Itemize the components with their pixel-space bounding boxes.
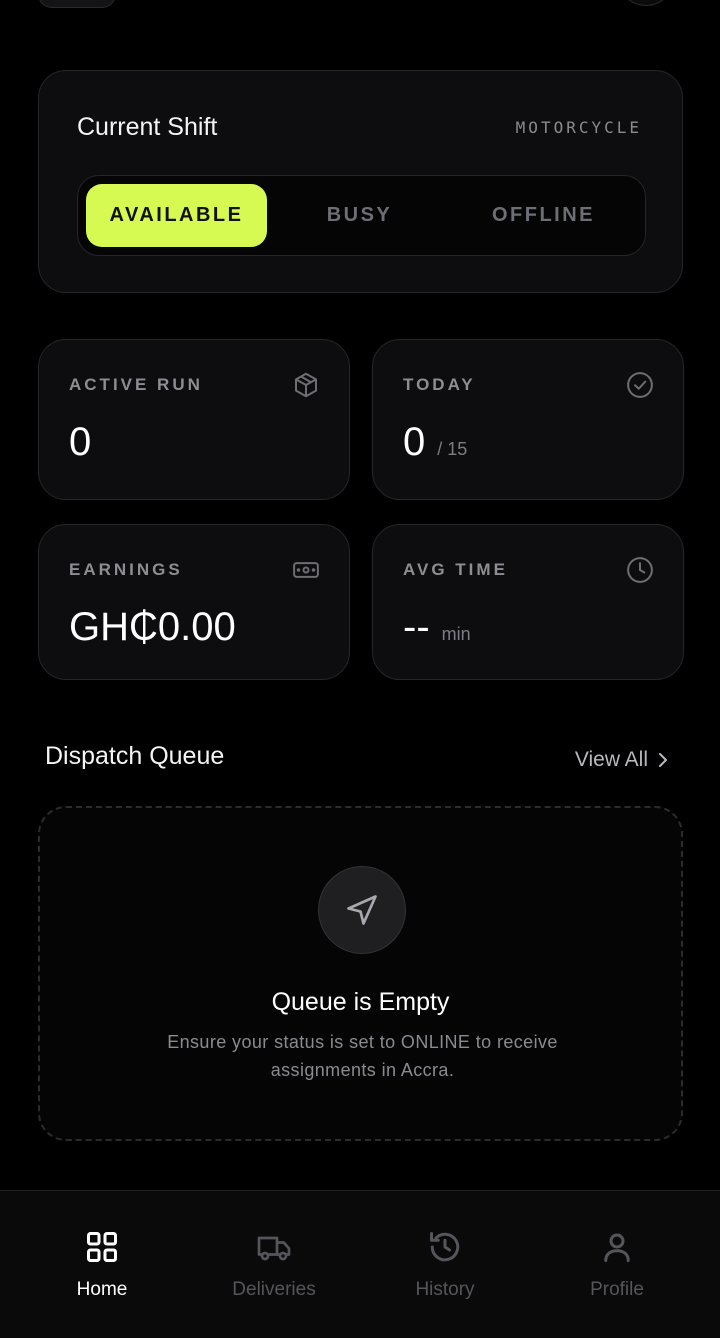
queue-empty-title: Queue is Empty (271, 988, 450, 1016)
nav-label: History (415, 1279, 475, 1300)
nav-label: Deliveries (232, 1279, 316, 1300)
truck-icon (257, 1236, 291, 1261)
queue-empty-message: Ensure your status is set to ONLINE to r… (167, 1032, 558, 1080)
stat-card-active-run: ACTIVE RUN 0 (38, 339, 350, 500)
nav-label: Profile (590, 1279, 644, 1300)
check-circle-icon (627, 372, 653, 398)
stat-value: 0/ 15 (403, 420, 468, 464)
nav-item-profile[interactable]: Profile (547, 1229, 687, 1301)
status-busy-button[interactable]: BUSY (269, 184, 450, 247)
stat-value: GH₵0.00 (69, 605, 236, 649)
stat-card-avg-time: AVG TIME -- min (372, 524, 684, 680)
shift-card: Current Shift MOTORCYCLE AVAILABLE BUSY … (38, 70, 683, 293)
queue-empty-state: Queue is Empty Ensure your status is set… (38, 806, 683, 1141)
stat-card-earnings: EARNINGS GH₵0.00 (38, 524, 350, 680)
clock-icon (627, 557, 653, 583)
stat-label: TODAY (403, 375, 476, 394)
vehicle-type: MOTORCYCLE (515, 118, 642, 137)
stat-value: -- min (403, 605, 471, 649)
view-all-label: View All (574, 748, 648, 771)
stat-suffix: min (441, 624, 471, 644)
history-icon (430, 1232, 460, 1262)
nav-item-history[interactable]: History (375, 1229, 515, 1301)
stat-card-today: TODAY 0/ 15 (372, 339, 684, 500)
status-segmented-control: AVAILABLE BUSY OFFLINE (77, 175, 646, 256)
bottom-nav: Home Deliveries History Profile (0, 1190, 720, 1338)
navigation-icon (318, 866, 406, 954)
nav-item-deliveries[interactable]: Deliveries (204, 1229, 344, 1301)
stat-value: 0 (69, 420, 92, 464)
stat-label: ACTIVE RUN (69, 375, 203, 394)
avatar[interactable] (620, 0, 672, 6)
chevron-right-icon (659, 753, 667, 767)
top-left-button[interactable] (38, 0, 116, 8)
cash-icon (293, 562, 319, 578)
user-icon (604, 1233, 630, 1262)
grid-icon (87, 1232, 117, 1262)
nav-item-home[interactable]: Home (32, 1229, 172, 1301)
package-icon (295, 372, 317, 398)
stat-label: EARNINGS (69, 560, 183, 579)
status-available-button[interactable]: AVAILABLE (86, 184, 267, 247)
status-offline-button[interactable]: OFFLINE (453, 184, 634, 247)
dispatch-queue-title: Dispatch Queue (45, 742, 225, 770)
shift-title: Current Shift (77, 113, 218, 141)
nav-label: Home (76, 1279, 128, 1300)
stat-label: AVG TIME (403, 560, 508, 579)
stat-suffix: / 15 (437, 439, 468, 459)
view-all-link[interactable]: View All (575, 748, 670, 772)
